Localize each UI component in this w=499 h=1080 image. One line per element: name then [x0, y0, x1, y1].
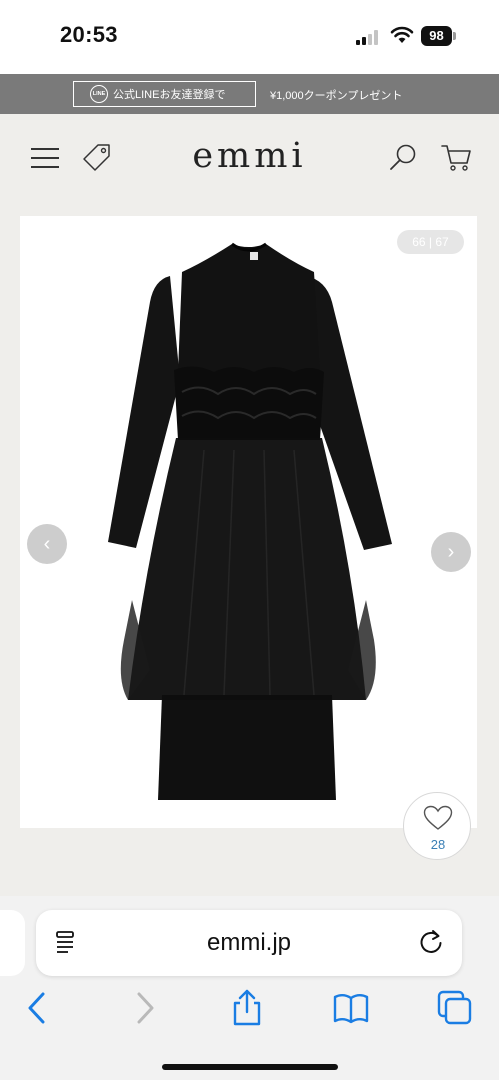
browser-toolbar	[0, 984, 499, 1034]
url-text[interactable]: emmi.jp	[36, 929, 462, 957]
chevron-left-icon: ‹	[43, 532, 51, 555]
next-image-button[interactable]: ›	[431, 532, 471, 572]
favorite-button[interactable]: 28	[403, 792, 471, 860]
battery-icon: 98	[421, 26, 457, 46]
site-header: emmi	[0, 114, 499, 204]
forward-icon[interactable]	[124, 988, 164, 1028]
cart-icon[interactable]	[440, 142, 472, 172]
site-logo[interactable]: emmi	[0, 136, 499, 176]
browser-chrome: emmi.jp	[0, 896, 499, 1080]
status-bar: 20:53 98	[0, 0, 499, 74]
status-time: 20:53	[60, 22, 118, 47]
share-icon[interactable]	[227, 988, 267, 1028]
bookmarks-icon[interactable]	[331, 988, 371, 1028]
wifi-icon	[390, 26, 414, 43]
signal-icon	[356, 29, 382, 45]
line-logo-icon: LINE	[90, 85, 108, 103]
announcement-bar: LINE 公式LINEお友達登録で ¥1,000クーポンプレゼント	[0, 74, 499, 114]
address-bar[interactable]: emmi.jp	[36, 910, 462, 976]
line-signup-text: 公式LINEお友達登録で	[113, 89, 226, 101]
favorite-count: 28	[430, 837, 446, 852]
previous-tab-preview[interactable]	[0, 910, 25, 976]
heart-icon	[423, 805, 453, 830]
back-icon[interactable]	[18, 988, 58, 1028]
image-counter: 66 | 67	[397, 230, 464, 254]
battery-level: 98	[421, 26, 452, 46]
search-icon[interactable]	[388, 142, 418, 172]
coupon-text: ¥1,000クーポンプレゼント	[270, 90, 403, 102]
dress-image	[108, 242, 392, 800]
previous-image-button[interactable]: ‹	[27, 524, 67, 564]
tabs-icon[interactable]	[435, 988, 475, 1028]
chevron-right-icon: ›	[447, 540, 455, 563]
reload-icon[interactable]	[417, 928, 445, 956]
home-indicator	[162, 1064, 338, 1070]
line-signup-banner[interactable]: LINE 公式LINEお友達登録で	[73, 81, 256, 107]
product-image-carousel[interactable]: 66 | 67 ‹ ›	[20, 216, 477, 828]
